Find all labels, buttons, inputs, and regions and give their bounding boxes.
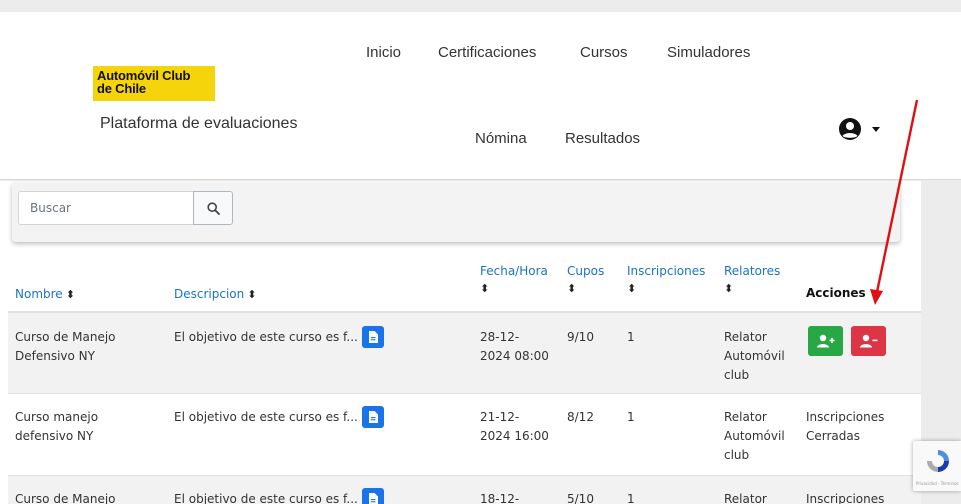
cell-acciones-status: Inscripciones <box>806 492 885 504</box>
top-band <box>0 0 961 12</box>
cell-fecha: 28-12- 2024 08:00 <box>480 330 549 363</box>
document-icon <box>369 493 378 504</box>
nav-inicio[interactable]: Inicio <box>366 44 401 61</box>
sort-icon: ⬍ <box>65 288 75 301</box>
cell-inscripciones: 1 <box>627 410 635 424</box>
header-nombre[interactable]: Nombre ⬍ <box>15 286 75 303</box>
header-descripcion[interactable]: Descripcion ⬍ <box>174 286 256 303</box>
nav-simuladores[interactable]: Simuladores <box>667 44 750 61</box>
enroll-user-button[interactable] <box>808 326 843 356</box>
sort-icon: ⬍ <box>480 282 490 295</box>
search-button[interactable] <box>193 191 233 225</box>
cell-descripcion: El objetivo de este curso es f... <box>174 330 358 344</box>
user-circle-icon <box>839 118 861 140</box>
row-divider <box>8 393 921 394</box>
cell-cupos: 9/10 <box>567 330 594 344</box>
header-inscripciones[interactable]: Inscripciones ⬍ <box>627 263 705 297</box>
sort-icon: ⬍ <box>724 282 734 295</box>
cell-relatores: Relator Automóvil club <box>724 330 785 382</box>
brand-logo[interactable]: Automóvil Club de Chile <box>93 66 215 101</box>
cell-acciones-status: Inscripciones Cerradas <box>806 410 885 443</box>
sort-icon: ⬍ <box>247 288 257 301</box>
recaptcha-icon <box>927 450 949 472</box>
cell-descripcion: El objetivo de este curso es f... <box>174 410 358 424</box>
header-relatores[interactable]: Relatores ⬍ <box>724 263 780 297</box>
cell-inscripciones: 1 <box>627 330 635 344</box>
header-cupos[interactable]: Cupos ⬍ <box>567 263 604 297</box>
cell-nombre: Curso de Manejo <box>15 492 116 504</box>
user-menu[interactable] <box>838 117 880 141</box>
table-row <box>8 476 921 504</box>
sort-icon: ⬍ <box>627 282 637 295</box>
cell-cupos: 5/10 <box>567 492 594 504</box>
cell-cupos: 8/12 <box>567 410 594 424</box>
view-description-button[interactable] <box>362 326 384 348</box>
chevron-down-icon <box>872 126 880 132</box>
cell-descripcion: El objetivo de este curso es f... <box>174 492 358 504</box>
cell-fecha: 18-12- <box>480 492 520 504</box>
cell-fecha: 21-12- 2024 16:00 <box>480 410 549 443</box>
nav-certificaciones[interactable]: Certificaciones <box>438 44 536 61</box>
cell-nombre: Curso manejo defensivo NY <box>15 410 99 443</box>
user-minus-icon <box>859 334 877 348</box>
header-fecha[interactable]: Fecha/Hora ⬍ <box>480 263 548 297</box>
nav-cursos[interactable]: Cursos <box>580 44 628 61</box>
recaptcha-text: Privacidad - Términos <box>916 481 959 486</box>
sort-icon: ⬍ <box>567 282 577 295</box>
cell-nombre: Curso de Manejo Defensivo NY <box>15 330 116 363</box>
unenroll-user-button[interactable] <box>851 326 886 356</box>
search-icon <box>206 201 220 215</box>
navbar: Automóvil Club de Chile Plataforma de ev… <box>0 12 961 180</box>
header-acciones: Acciones <box>806 286 866 300</box>
platform-subtitle: Plataforma de evaluaciones <box>100 115 298 132</box>
user-plus-icon <box>816 334 834 348</box>
nav-nomina[interactable]: Nómina <box>475 130 527 147</box>
recaptcha-badge[interactable]: Privacidad - Términos <box>913 441 961 491</box>
cell-relatores: Relator <box>724 492 767 504</box>
document-icon <box>369 411 378 423</box>
document-icon <box>369 331 378 343</box>
view-description-button[interactable] <box>362 488 384 504</box>
search-card <box>12 182 900 242</box>
nav-resultados[interactable]: Resultados <box>565 130 640 147</box>
view-description-button[interactable] <box>362 406 384 428</box>
search-input[interactable] <box>18 191 194 225</box>
cell-inscripciones: 1 <box>627 492 635 504</box>
cell-relatores: Relator Automóvil club <box>724 410 785 462</box>
logo-line-2: de Chile <box>97 81 146 96</box>
